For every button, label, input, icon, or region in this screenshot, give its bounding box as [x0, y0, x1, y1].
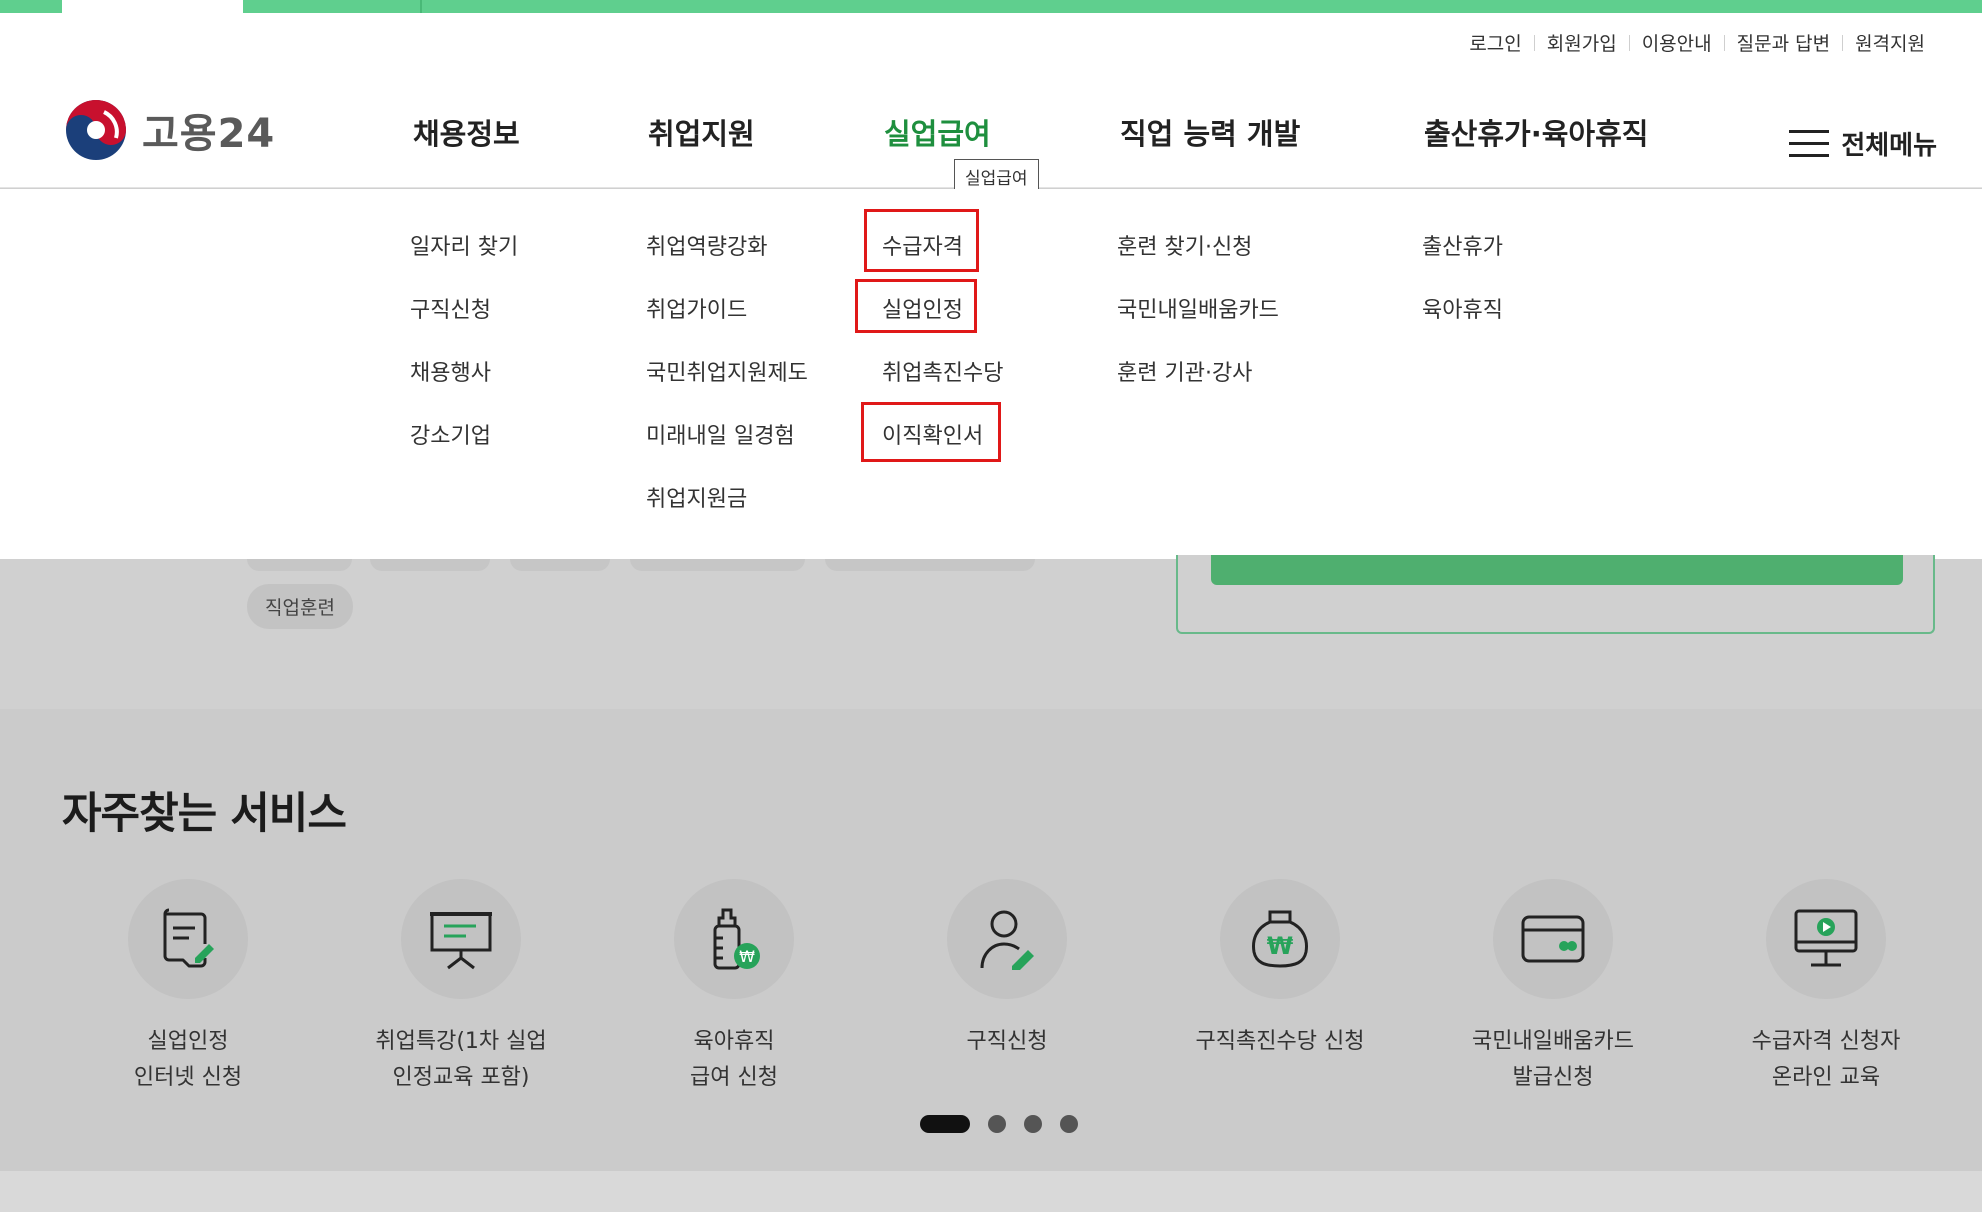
remote-support-link[interactable]: 원격지원 — [1843, 29, 1937, 56]
service-item[interactable]: 수급자격 신청자 온라인 교육 — [1706, 879, 1946, 1096]
service-item[interactable]: 실업인정 인터넷 신청 — [68, 879, 308, 1096]
qna-link[interactable]: 질문과 답변 — [1725, 29, 1842, 56]
keyword-chip[interactable]: 직업훈련 — [247, 584, 353, 629]
money-bag-won-icon: ₩ — [1252, 910, 1308, 968]
submenu-training-institutions[interactable]: 훈련 기관·강사 — [1117, 355, 1252, 387]
service-label-line: 구직촉진수당 신청 — [1195, 1029, 1365, 1054]
submenu-reemployment-allowance[interactable]: 취업촉진수당 — [882, 355, 1003, 387]
service-icon-circle: ₩ — [674, 879, 794, 999]
svg-text:₩: ₩ — [739, 947, 755, 966]
guide-link[interactable]: 이용안내 — [1630, 29, 1724, 56]
submenu-training-search[interactable]: 훈련 찾기·신청 — [1117, 229, 1252, 261]
top-accent-notch — [420, 0, 422, 13]
service-item[interactable]: ₩ 육아휴직 급여 신청 — [614, 879, 854, 1096]
service-label-line: 구직신청 — [966, 1029, 1048, 1054]
highlight-box-eligibility — [864, 209, 979, 272]
service-icon-circle — [947, 879, 1067, 999]
chip-partial — [370, 559, 490, 571]
all-menu-label: 전체메뉴 — [1841, 131, 1937, 161]
card-primary-button[interactable] — [1211, 555, 1903, 585]
monitor-play-icon — [1794, 909, 1858, 967]
presentation-board-icon — [430, 912, 492, 970]
service-item[interactable]: 취업특강(1차 실업 인정교육 포함) — [341, 879, 581, 1096]
service-item[interactable]: ₩ 구직촉진수당 신청 — [1160, 879, 1400, 1060]
chip-partial — [510, 559, 610, 571]
service-label: 수급자격 신청자 온라인 교육 — [1706, 1024, 1946, 1096]
nav-vocational-training[interactable]: 직업 능력 개발 — [1120, 111, 1300, 153]
service-label: 구직신청 — [887, 1024, 1127, 1060]
submenu-employment-guide[interactable]: 취업가이드 — [646, 292, 747, 324]
submenu-job-search[interactable]: 일자리 찾기 — [410, 229, 518, 261]
utility-links: 로그인 회원가입 이용안내 질문과 답변 원격지원 — [1457, 29, 1937, 56]
carousel-pagination — [920, 1115, 1096, 1133]
service-item[interactable]: 구직신청 — [887, 879, 1127, 1060]
top-accent-gap — [62, 0, 243, 13]
section-title: 자주찾는 서비스 — [62, 789, 347, 839]
document-edit-icon — [163, 908, 214, 968]
submenu-parental-leave[interactable]: 육아휴직 — [1422, 292, 1503, 324]
hamburger-icon — [1789, 129, 1830, 157]
svg-text:₩: ₩ — [1267, 932, 1294, 960]
baby-bottle-won-icon: ₩ — [713, 908, 760, 970]
all-menu-button[interactable]: 전체메뉴 — [1789, 125, 1937, 162]
carousel-dot[interactable] — [988, 1115, 1006, 1133]
service-label-line: 인터넷 신청 — [133, 1065, 243, 1090]
service-label: 취업특강(1차 실업 인정교육 포함) — [341, 1024, 581, 1096]
service-icon-circle: ₩ — [1220, 879, 1340, 999]
top-accent-bar — [0, 0, 1982, 13]
carousel-dot[interactable] — [1024, 1115, 1042, 1133]
service-icon-circle — [1766, 879, 1886, 999]
service-label: 국민내일배움카드 발급신청 — [1433, 1024, 1673, 1096]
highlight-box-separation-confirmation — [861, 402, 1001, 462]
submenu-national-employment-support[interactable]: 국민취업지원제도 — [646, 355, 808, 387]
submenu-recruit-events[interactable]: 채용행사 — [410, 355, 491, 387]
submenu-maternity-leave[interactable]: 출산휴가 — [1422, 229, 1503, 261]
service-label-line: 국민내일배움카드 — [1472, 1029, 1634, 1054]
site-header: 로그인 회원가입 이용안내 질문과 답변 원격지원 고용24 채용정보 취업지원… — [0, 13, 1982, 194]
nav-recruit-info[interactable]: 채용정보 — [413, 111, 520, 153]
service-label-line: 발급신청 — [1512, 1065, 1594, 1090]
service-label-line: 육아휴직 — [693, 1029, 775, 1054]
background-content: 직업훈련 — [0, 555, 1982, 709]
service-label: 구직촉진수당 신청 — [1160, 1024, 1400, 1060]
submenu-future-work-experience[interactable]: 미래내일 일경험 — [646, 418, 795, 450]
bottom-section — [0, 1171, 1982, 1212]
frequent-services-section: 자주찾는 서비스 실업인정 인터넷 신청 취업특강(1차 실업 인정교육 포함)… — [0, 709, 1982, 1171]
mega-menu-dropdown: 일자리 찾기 구직신청 채용행사 강소기업 취업역량강화 취업가이드 국민취업지… — [0, 189, 1982, 559]
submenu-employment-subsidy[interactable]: 취업지원금 — [646, 481, 747, 513]
chip-partial — [825, 559, 1035, 571]
service-label: 실업인정 인터넷 신청 — [68, 1024, 308, 1096]
nav-employment-support[interactable]: 취업지원 — [648, 111, 755, 153]
signup-link[interactable]: 회원가입 — [1535, 29, 1629, 56]
submenu-job-application[interactable]: 구직신청 — [410, 292, 491, 324]
carousel-dot-active[interactable] — [920, 1115, 970, 1133]
service-label-line: 급여 신청 — [690, 1065, 778, 1090]
nav-unemployment-benefit[interactable]: 실업급여 — [884, 111, 991, 153]
card-icon — [1521, 915, 1585, 963]
highlight-box-unemployment-recognition — [855, 279, 977, 333]
login-card — [1176, 555, 1935, 634]
login-link[interactable]: 로그인 — [1457, 29, 1533, 56]
service-label-line: 온라인 교육 — [1771, 1065, 1881, 1090]
service-item[interactable]: 국민내일배움카드 발급신청 — [1433, 879, 1673, 1096]
service-label-line: 인정교육 포함) — [392, 1065, 530, 1090]
submenu-small-strong-companies[interactable]: 강소기업 — [410, 418, 491, 450]
chip-partial — [630, 559, 805, 571]
service-label-line: 취업특강(1차 실업 — [375, 1029, 547, 1054]
service-label: 육아휴직 급여 신청 — [614, 1024, 854, 1096]
service-icon-circle — [1493, 879, 1613, 999]
submenu-naeil-card[interactable]: 국민내일배움카드 — [1117, 292, 1279, 324]
service-icon-circle — [401, 879, 521, 999]
submenu-employability-boost[interactable]: 취업역량강화 — [646, 229, 767, 261]
service-icon-circle — [128, 879, 248, 999]
person-edit-icon — [980, 910, 1034, 970]
service-label-line: 실업인정 — [147, 1029, 229, 1054]
chip-partial — [247, 559, 352, 571]
service-label-line: 수급자격 신청자 — [1751, 1029, 1901, 1054]
nav-maternity-parental-leave[interactable]: 출산휴가·육아휴직 — [1424, 111, 1648, 153]
carousel-dot[interactable] — [1060, 1115, 1078, 1133]
